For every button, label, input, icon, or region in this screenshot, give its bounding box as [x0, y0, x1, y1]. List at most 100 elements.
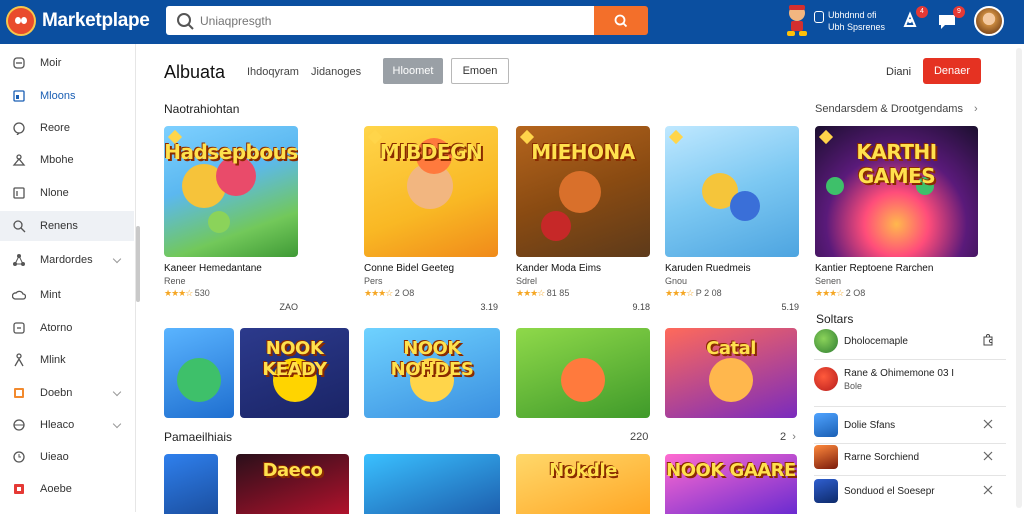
tab-ihdoqyram[interactable]: Ihdoqyram	[247, 66, 299, 78]
sidebar-item-renens[interactable]: Renens	[0, 211, 134, 241]
game-thumbnail[interactable]	[364, 454, 500, 514]
user-line-1: Ubhdnnd ofi	[828, 10, 877, 20]
sidebar-scrollbar[interactable]	[136, 226, 140, 302]
sidebar-item-nlone[interactable]: Nlone	[0, 178, 134, 208]
search-icon	[13, 220, 26, 233]
close-icon[interactable]	[982, 484, 994, 496]
sidebar-item-reore[interactable]: Reore	[0, 113, 134, 143]
sidebar-item-label: Mlink	[40, 354, 66, 366]
network-icon	[13, 254, 25, 266]
game-thumbnail[interactable]: NOOK KEADY	[240, 328, 349, 418]
search-bar[interactable]	[166, 6, 594, 35]
notification-count: 4	[916, 6, 928, 18]
close-icon[interactable]	[982, 450, 994, 462]
notifications-button[interactable]: 4	[899, 6, 928, 32]
game-thumbnail[interactable]: KARTHI GAMES	[815, 126, 978, 257]
game-title[interactable]: Kander Moda Eims	[516, 263, 601, 274]
messages-button[interactable]: 9	[936, 6, 965, 32]
seller-name: Sonduod el Soesepr	[844, 485, 935, 497]
sidebar-item-label: Mardordes	[40, 254, 93, 266]
chevron-right-icon: ›	[974, 103, 978, 115]
sidebar-item-uieao[interactable]: Uieao	[0, 442, 134, 472]
sidebar-item-mint[interactable]: Mint	[0, 280, 134, 310]
search-input[interactable]	[200, 13, 580, 28]
chevron-down-icon	[112, 254, 122, 264]
sidebar-item-mardordes[interactable]: Mardordes	[0, 245, 134, 275]
game-rating: ★★★☆ P 2 08	[665, 288, 722, 299]
seller-item[interactable]: Sonduod el Soesepr	[814, 476, 1006, 506]
game-price: 3.19	[480, 302, 498, 312]
puzzle-icon[interactable]	[982, 334, 994, 346]
seller-item[interactable]: Dolie Sfans	[814, 410, 1006, 440]
character-illustration	[177, 358, 221, 402]
sidebar-item-label: Mloons	[40, 90, 76, 102]
user-avatar[interactable]	[974, 6, 1004, 36]
rating-value: 530	[194, 288, 210, 298]
sidebar-item-mbohe[interactable]: Mbohe	[0, 145, 134, 175]
seller-item[interactable]: Rarne Sorchiend	[814, 442, 1006, 472]
sidebar-item-mloons[interactable]: Mloons	[0, 81, 134, 111]
tab-jidanoges[interactable]: Jidanoges	[311, 66, 361, 78]
search-button[interactable]	[594, 6, 648, 35]
game-thumbnail[interactable]: NOOK NOHDES	[364, 328, 500, 418]
game-thumbnail[interactable]: Daeco	[236, 454, 349, 514]
game-card[interactable]: MIEHONA Kander Moda Eims Sdrel ★★★☆ 81 85 9.…	[516, 126, 650, 316]
user-info[interactable]: Ubhdnnd ofi Ubh Spsrenes	[814, 9, 885, 33]
game-card[interactable]: Hadsepbous Kaneer Hemedantane Rene ★★★☆ 530…	[164, 126, 298, 316]
book-icon	[14, 388, 24, 398]
game-card[interactable]: MIBDEGN Conne Bidel Geeteg Pers ★★★☆ 2 O8 3.…	[364, 126, 498, 316]
pager[interactable]: 2 ›	[780, 431, 796, 443]
page-scrollbar[interactable]	[1016, 48, 1022, 508]
game-title[interactable]: Kantier Reptoene Rarchen	[815, 263, 933, 274]
game-thumbnail[interactable]	[164, 328, 234, 418]
game-rating: ★★★☆ 530	[164, 288, 210, 299]
thumbnail-title: MIBDEGN	[379, 140, 483, 164]
sidebar-item-atorno[interactable]: Atorno	[0, 313, 134, 343]
cloud-icon	[12, 290, 26, 300]
game-thumbnail[interactable]: Nokdle	[516, 454, 650, 514]
rating-value: 81 85	[546, 288, 570, 298]
secondary-button[interactable]: Emoen	[451, 58, 509, 84]
game-thumbnail[interactable]: Catal	[665, 328, 797, 418]
game-thumbnail[interactable]: MIEHONA	[516, 126, 650, 257]
game-rating: ★★★☆ 81 85	[516, 288, 569, 299]
sidebar-item-moir[interactable]: Moir	[0, 48, 134, 78]
game-thumbnail[interactable]: MIBDEGN	[364, 126, 498, 257]
game-title[interactable]: Kaneer Hemedantane	[164, 263, 262, 274]
game-title[interactable]: Karuden Ruedmeis	[665, 263, 751, 274]
seller-sub: Bole	[844, 380, 863, 391]
star-rating-icon: ★★★☆	[665, 288, 694, 298]
divider	[814, 359, 1006, 360]
primary-button[interactable]: Denaer	[923, 58, 981, 84]
game-card[interactable]: KARTHI GAMES Kantier Reptoene Rarchen Sene…	[815, 126, 978, 316]
filter-button[interactable]: Hloomet	[383, 58, 443, 84]
game-thumbnail[interactable]: Hadsepbous	[164, 126, 298, 257]
game-card[interactable]: Karuden Ruedmeis Gnou ★★★☆ P 2 08 5.19	[665, 126, 799, 316]
sidebar-item-mlink[interactable]: Mlink	[0, 345, 134, 375]
home-icon	[13, 57, 25, 69]
app-logo[interactable]: Marketplape	[6, 6, 150, 36]
game-thumbnail[interactable]: NOOK GAARE	[665, 454, 797, 514]
seller-name: Rane & Ohimemone 03 I	[844, 367, 955, 379]
character-illustration	[559, 171, 601, 213]
seller-item[interactable]: Dholocemaple	[814, 326, 1006, 356]
game-thumbnail[interactable]	[665, 126, 799, 257]
account-badge-icon	[814, 11, 824, 23]
seller-item[interactable]: Rane & Ohimemone 03 I Bole	[814, 364, 1006, 394]
seller-avatar-icon	[814, 367, 838, 391]
sidebar-item-aoebe[interactable]: Aoebe	[0, 474, 134, 504]
search-submit-icon	[614, 14, 628, 27]
game-thumbnail[interactable]	[164, 454, 218, 514]
close-icon[interactable]	[982, 418, 994, 430]
thumbnail-title: Catal	[706, 338, 756, 359]
game-title[interactable]: Conne Bidel Geeteg	[364, 263, 454, 274]
top-link[interactable]: Diani	[886, 66, 911, 78]
game-publisher: Senen	[815, 276, 842, 286]
sidebar-item-hleaco[interactable]: Hleaco	[0, 410, 134, 440]
see-all-link[interactable]: Sendarsdem & Drootgendams ›	[815, 103, 978, 115]
globe-icon	[13, 419, 25, 431]
page-title: Albuata	[164, 62, 226, 82]
game-thumbnail[interactable]	[516, 328, 650, 418]
sidebar-item-doebn[interactable]: Doebn	[0, 378, 134, 408]
game-publisher: Sdrel	[516, 276, 538, 286]
